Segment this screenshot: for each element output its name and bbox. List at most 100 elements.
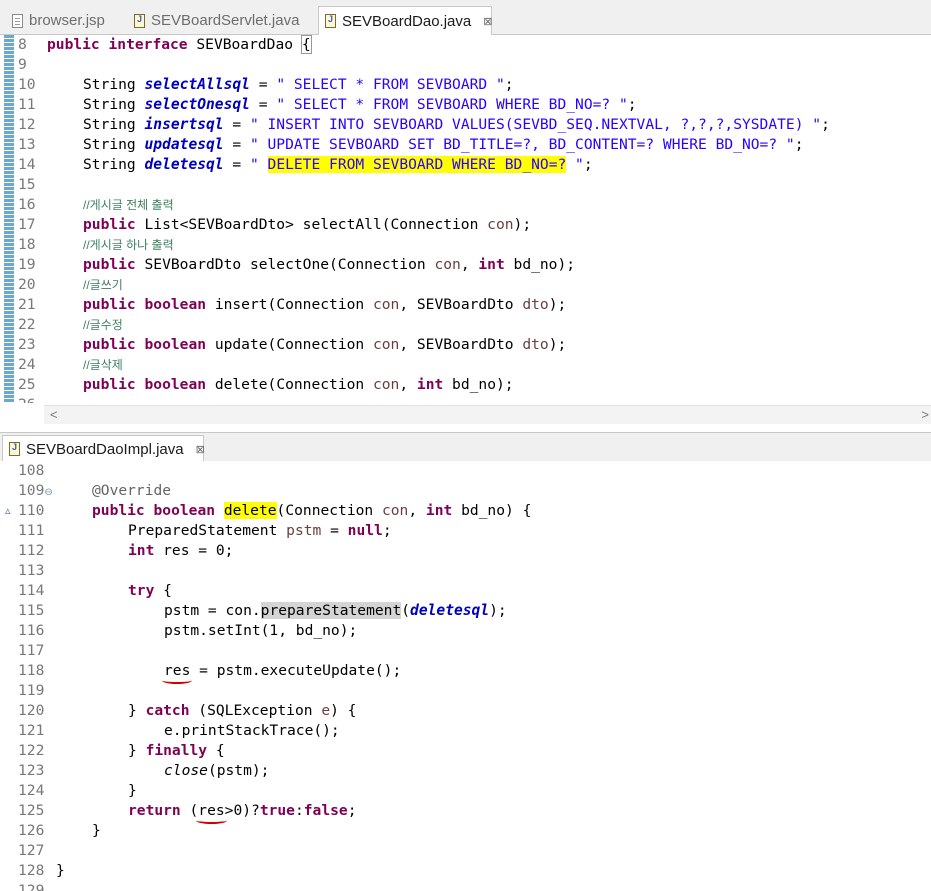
code-line-14: String deletesql = " DELETE FROM SEVBOAR… (83, 156, 593, 173)
code-line-121: e.printStackTrace(); (164, 722, 340, 739)
code-line-123: close(pstm); (164, 762, 270, 779)
code-line-24: //글삭제 (83, 358, 123, 372)
code-line-18: //게시글 하나 출력 (83, 238, 174, 252)
line-number: 16 (18, 196, 36, 213)
highlighted-preparestatement: prepareStatement (260, 602, 402, 619)
line-number: 108 (18, 462, 45, 479)
java-file-icon (325, 14, 336, 28)
java-file-icon (134, 13, 145, 28)
red-underlined-res: res (198, 802, 225, 819)
code-line-12: String insertsql = " INSERT INTO SEVBOAR… (83, 116, 830, 133)
top-code-editor[interactable]: 8 9 10 11 12 13 14 15 16 17 18 19 20 21 … (0, 35, 931, 403)
code-line-116: pstm.setInt(1, bd_no); (164, 622, 358, 639)
line-number: 11 (18, 96, 36, 113)
code-line-126: } (92, 822, 101, 839)
code-line-8: public interface SEVBoardDao { (47, 35, 312, 54)
line-number: 14 (18, 156, 36, 173)
tab-label: SEVBoardDao.java (342, 12, 472, 30)
line-number: 124 (18, 782, 45, 799)
close-tab-icon[interactable]: ⊠ (196, 443, 205, 456)
code-line-10: String selectAllsql = " SELECT * FROM SE… (83, 76, 514, 93)
line-number: 10 (18, 76, 36, 93)
code-line-19: public SEVBoardDto selectOne(Connection … (83, 256, 576, 273)
red-underlined-res: res (164, 662, 191, 679)
line-number: 126 (18, 822, 45, 839)
bottom-code-editor[interactable]: 108 109⊖ ▵ 110 111 112 113 114 115 116 1… (0, 461, 931, 891)
line-number: 23 (18, 336, 36, 353)
line-number: 115 (18, 602, 45, 619)
code-line-122: } finally { (128, 742, 225, 759)
code-line-109: @Override (92, 482, 172, 499)
tab-label: browser.jsp (29, 12, 105, 29)
tab-label: SEVBoardDaoImpl.java (26, 440, 184, 458)
line-number: 20 (18, 276, 36, 293)
code-line-125: return (res>0)?true:false; (128, 802, 357, 819)
line-number: 25 (18, 376, 36, 393)
line-number: 119 (18, 682, 45, 699)
line-number: 114 (18, 582, 45, 599)
line-number: 110 (18, 502, 45, 519)
close-tab-icon[interactable]: ⊠ (483, 15, 492, 28)
tab-browser-jsp[interactable]: browser.jsp (6, 7, 105, 34)
tab-sevboarddao-java[interactable]: SEVBoardDao.java ⊠ (318, 6, 492, 35)
scroll-left-icon[interactable]: < (50, 406, 58, 424)
tab-label: SEVBoardServlet.java (151, 12, 300, 29)
tab-sevboardservlet-java[interactable]: SEVBoardServlet.java (128, 7, 299, 34)
code-line-120: } catch (SQLException e) { (128, 702, 357, 719)
code-line-23: public boolean update(Connection con, SE… (83, 336, 567, 353)
tab-sevboarddaoimpl-java[interactable]: SEVBoardDaoImpl.java ⊠ (2, 435, 205, 462)
fold-collapse-icon[interactable]: ⊖ (44, 487, 52, 498)
line-number: 120 (18, 702, 45, 719)
code-line-110: public boolean delete(Connection con, in… (92, 502, 532, 519)
highlighted-delete-method: delete (223, 502, 277, 519)
line-number: 19 (18, 256, 36, 273)
top-editor-tab-bar: browser.jsp SEVBoardServlet.java SEVBoar… (0, 0, 931, 35)
line-number: 24 (18, 356, 36, 373)
code-line-118: res = pstm.executeUpdate(); (164, 662, 402, 679)
code-line-111: PreparedStatement pstm = null; (128, 522, 392, 539)
line-number: 117 (18, 642, 45, 659)
line-number: 17 (18, 216, 36, 233)
jsp-file-icon (12, 13, 23, 28)
line-number: 13 (18, 136, 36, 153)
code-line-128: } (56, 862, 65, 879)
highlighted-delete-sql: DELETE FROM SEVBOARD WHERE BD_NO=? (267, 156, 567, 173)
line-number: 15 (18, 176, 36, 193)
line-number: 111 (18, 522, 45, 539)
line-number: 18 (18, 236, 36, 253)
java-file-icon (9, 442, 20, 456)
line-number: 8 (18, 36, 27, 53)
line-number: 113 (18, 562, 45, 579)
line-number: 21 (18, 296, 36, 313)
code-line-25: public boolean delete(Connection con, in… (83, 376, 514, 393)
change-ruler (4, 35, 14, 403)
code-line-17: public List<SEVBoardDto> selectAll(Conne… (83, 216, 532, 233)
code-line-20: //글쓰기 (83, 278, 123, 292)
code-line-16: //게시글 전체 출력 (83, 198, 174, 212)
code-line-115: pstm = con.prepareStatement(deletesql); (164, 602, 507, 619)
line-number: 125 (18, 802, 45, 819)
horizontal-scrollbar[interactable]: < > (44, 405, 931, 424)
code-line-112: int res = 0; (128, 542, 234, 559)
line-number: 123 (18, 762, 45, 779)
line-number: 12 (18, 116, 36, 133)
line-number: 128 (18, 862, 45, 879)
code-line-124: } (128, 782, 137, 799)
scroll-right-icon[interactable]: > (921, 406, 929, 424)
code-line-21: public boolean insert(Connection con, SE… (83, 296, 567, 313)
line-number: 127 (18, 842, 45, 859)
code-line-22: //글수정 (83, 318, 123, 332)
code-line-11: String selectOnesql = " SELECT * FROM SE… (83, 96, 637, 113)
code-line-13: String updatesql = " UPDATE SEVBOARD SET… (83, 136, 804, 153)
line-number: 129 (18, 882, 45, 891)
override-indicator-icon: ▵ (5, 504, 11, 517)
line-number: 22 (18, 316, 36, 333)
line-number: 118 (18, 662, 45, 679)
line-number: 9 (18, 56, 27, 73)
line-number: 122 (18, 742, 45, 759)
line-number: 26 (18, 395, 36, 403)
line-number: 112 (18, 542, 45, 559)
code-line-114: try { (128, 582, 172, 599)
line-number: 121 (18, 722, 45, 739)
bottom-editor-tab-bar: SEVBoardDaoImpl.java ⊠ (0, 432, 931, 463)
